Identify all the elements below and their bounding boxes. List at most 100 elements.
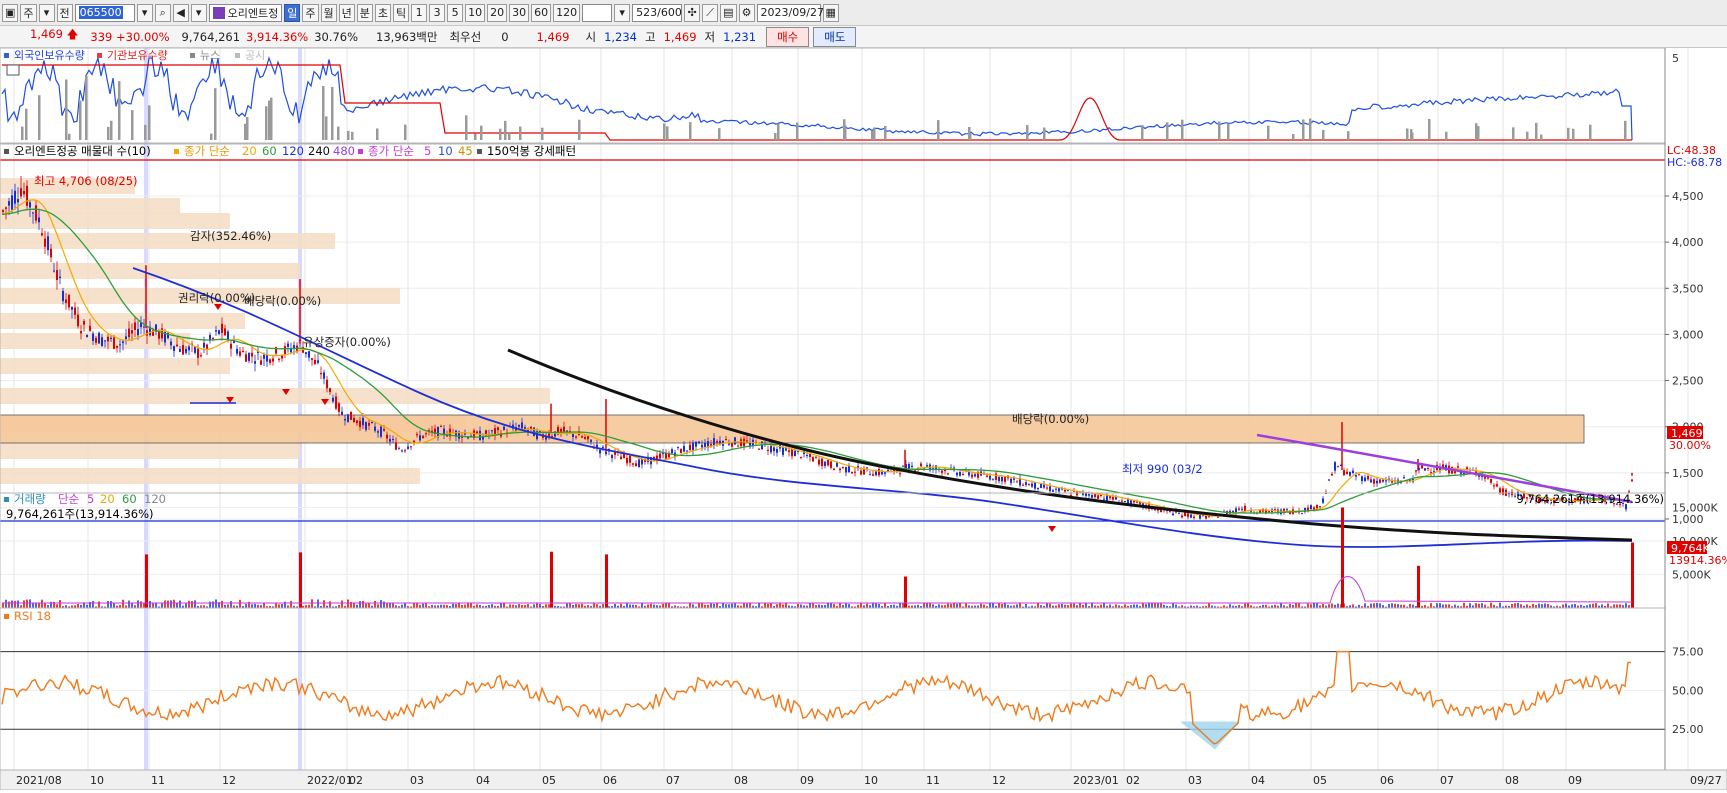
interval-10-button[interactable]: 10 bbox=[465, 3, 486, 22]
volume-bar bbox=[1538, 603, 1540, 608]
custom-interval-input[interactable] bbox=[582, 3, 613, 22]
stock-chart[interactable]: 2021/08 10 11 12 2022/0102 03 04 05 06 07 08 09 10 11… bbox=[0, 47, 1727, 791]
period-week-button[interactable]: 주 bbox=[302, 3, 319, 22]
candle-body bbox=[590, 439, 592, 442]
candle-body bbox=[323, 372, 325, 379]
candle-body bbox=[398, 448, 400, 450]
legend-pattern: 150억봉 강세패턴 bbox=[487, 144, 576, 158]
volume-spike bbox=[1631, 542, 1634, 608]
x-tick-label: 02 bbox=[1126, 774, 1140, 787]
stock-code-input[interactable]: 065500 bbox=[74, 3, 135, 22]
period-year-button[interactable]: 년 bbox=[338, 3, 355, 22]
candle-body bbox=[947, 473, 949, 475]
volume-bar bbox=[1469, 603, 1471, 608]
code-dropdown-icon[interactable]: ▾ bbox=[136, 3, 153, 22]
interval-3-button[interactable]: 3 bbox=[429, 3, 446, 22]
volume-bar bbox=[509, 604, 511, 608]
candle-body bbox=[563, 426, 565, 433]
candle-body bbox=[71, 307, 73, 310]
market-select[interactable]: 주 bbox=[20, 3, 37, 22]
chart-area[interactable]: 2021/08 10 11 12 2022/01 02 03 04 05 06 07 08 09 10 11… bbox=[0, 47, 1727, 791]
volume-bar bbox=[164, 600, 166, 608]
bar-count-field[interactable]: 523/600 bbox=[632, 3, 683, 22]
option-dropdown-icon[interactable]: ▾ bbox=[190, 3, 207, 22]
toolbar: ▣ 주 ▾ 전 065500 ▾ ⌕ ◀ ▾ 오리엔트정 일 주 월 년 분 초… bbox=[0, 0, 1727, 26]
volume-bar bbox=[575, 604, 577, 608]
volume-left-value: 9,764,261주(13,914.36%) bbox=[6, 507, 154, 521]
candle-body bbox=[314, 360, 316, 365]
speaker-icon[interactable]: ◀ bbox=[172, 3, 189, 22]
calendar-icon[interactable]: ▦ bbox=[822, 3, 839, 22]
panel-toggle-icon[interactable] bbox=[6, 64, 20, 76]
interval-120-button[interactable]: 120 bbox=[553, 3, 581, 22]
candle-body bbox=[317, 360, 319, 363]
hc-label: HC:-68.78 bbox=[1667, 156, 1722, 169]
period-day-button[interactable]: 일 bbox=[284, 3, 301, 22]
interval-30-button[interactable]: 30 bbox=[509, 3, 530, 22]
period-tick-button[interactable]: 틱 bbox=[393, 3, 410, 22]
interval-20-button[interactable]: 20 bbox=[487, 3, 508, 22]
x-tick-label: 09 bbox=[800, 774, 814, 787]
stock-name-field[interactable]: 오리엔트정 bbox=[208, 3, 283, 22]
volume-bar bbox=[770, 603, 772, 608]
candle-body bbox=[128, 328, 130, 337]
date-field[interactable]: 2023/09/27 bbox=[756, 3, 824, 22]
candle-body bbox=[845, 466, 847, 473]
candle-body bbox=[1016, 481, 1018, 483]
priority-price: 1,469 bbox=[536, 29, 570, 44]
search-icon[interactable]: ⌕ bbox=[154, 3, 171, 22]
buy-button[interactable]: 매수 bbox=[766, 26, 810, 47]
volume-bar bbox=[110, 601, 112, 608]
price-tick-label: 2,500 bbox=[1672, 375, 1704, 388]
volume-bar bbox=[698, 603, 700, 608]
candle-body bbox=[605, 451, 607, 455]
news-bar bbox=[214, 88, 217, 140]
candle-body bbox=[308, 351, 310, 358]
interval-1-button[interactable]: 1 bbox=[411, 3, 428, 22]
x-tick-label: 09/27 bbox=[1690, 774, 1722, 787]
period-month-button[interactable]: 월 bbox=[320, 3, 337, 22]
candle-body bbox=[1046, 487, 1048, 489]
candle-body bbox=[1499, 488, 1501, 493]
gear-icon[interactable]: ⚙ bbox=[738, 3, 755, 22]
volume-bar bbox=[1514, 603, 1516, 608]
candle-body bbox=[836, 462, 838, 467]
volume-tick-label: 5,000K bbox=[1672, 569, 1711, 582]
volume-bar bbox=[548, 604, 550, 608]
volume-bar bbox=[341, 600, 343, 608]
interval-5-button[interactable]: 5 bbox=[447, 3, 464, 22]
candle-body bbox=[782, 447, 784, 455]
sell-button[interactable]: 매도 bbox=[813, 26, 857, 47]
annotation-dividend-drop-1: 배당락(0.00%) bbox=[244, 294, 321, 308]
chevron-down-icon[interactable]: ▾ bbox=[38, 3, 55, 22]
period-second-button[interactable]: 초 bbox=[374, 3, 392, 22]
volume-bar bbox=[1613, 604, 1615, 608]
volume-bar bbox=[11, 600, 13, 608]
legend-ma120: 120 bbox=[282, 144, 304, 158]
candle-body bbox=[992, 479, 994, 481]
news-bar bbox=[1309, 118, 1312, 140]
volume-bar bbox=[1442, 604, 1444, 608]
candle-body bbox=[800, 457, 802, 459]
volume-bar bbox=[1037, 603, 1039, 608]
volume-bar bbox=[1280, 602, 1282, 608]
candle-body bbox=[1070, 494, 1072, 496]
volume-profile-bar bbox=[0, 468, 420, 484]
x-tick-label: 09 bbox=[1568, 774, 1582, 787]
custom-interval-dropdown-icon[interactable]: ▾ bbox=[614, 3, 631, 22]
save-icon[interactable]: ▤ bbox=[720, 3, 737, 22]
candle-body bbox=[491, 430, 493, 432]
interval-60-button[interactable]: 60 bbox=[531, 3, 552, 22]
open-label: 시 bbox=[585, 29, 597, 44]
x-tick-label: 11 bbox=[151, 774, 165, 787]
volume-bar bbox=[503, 603, 505, 608]
window-icon[interactable]: ▣ bbox=[2, 3, 19, 22]
volume-bar bbox=[1004, 603, 1006, 608]
candle-body bbox=[1286, 509, 1288, 511]
volume-bar bbox=[800, 604, 802, 608]
draw-tool-icon[interactable]: ⟋ bbox=[702, 3, 719, 22]
period-minute-button[interactable]: 분 bbox=[356, 3, 373, 22]
period-prefix-button[interactable]: 전 bbox=[56, 3, 73, 22]
x-tick-label: 08 bbox=[734, 774, 748, 787]
crosshair-icon[interactable]: ✣ bbox=[684, 3, 701, 22]
